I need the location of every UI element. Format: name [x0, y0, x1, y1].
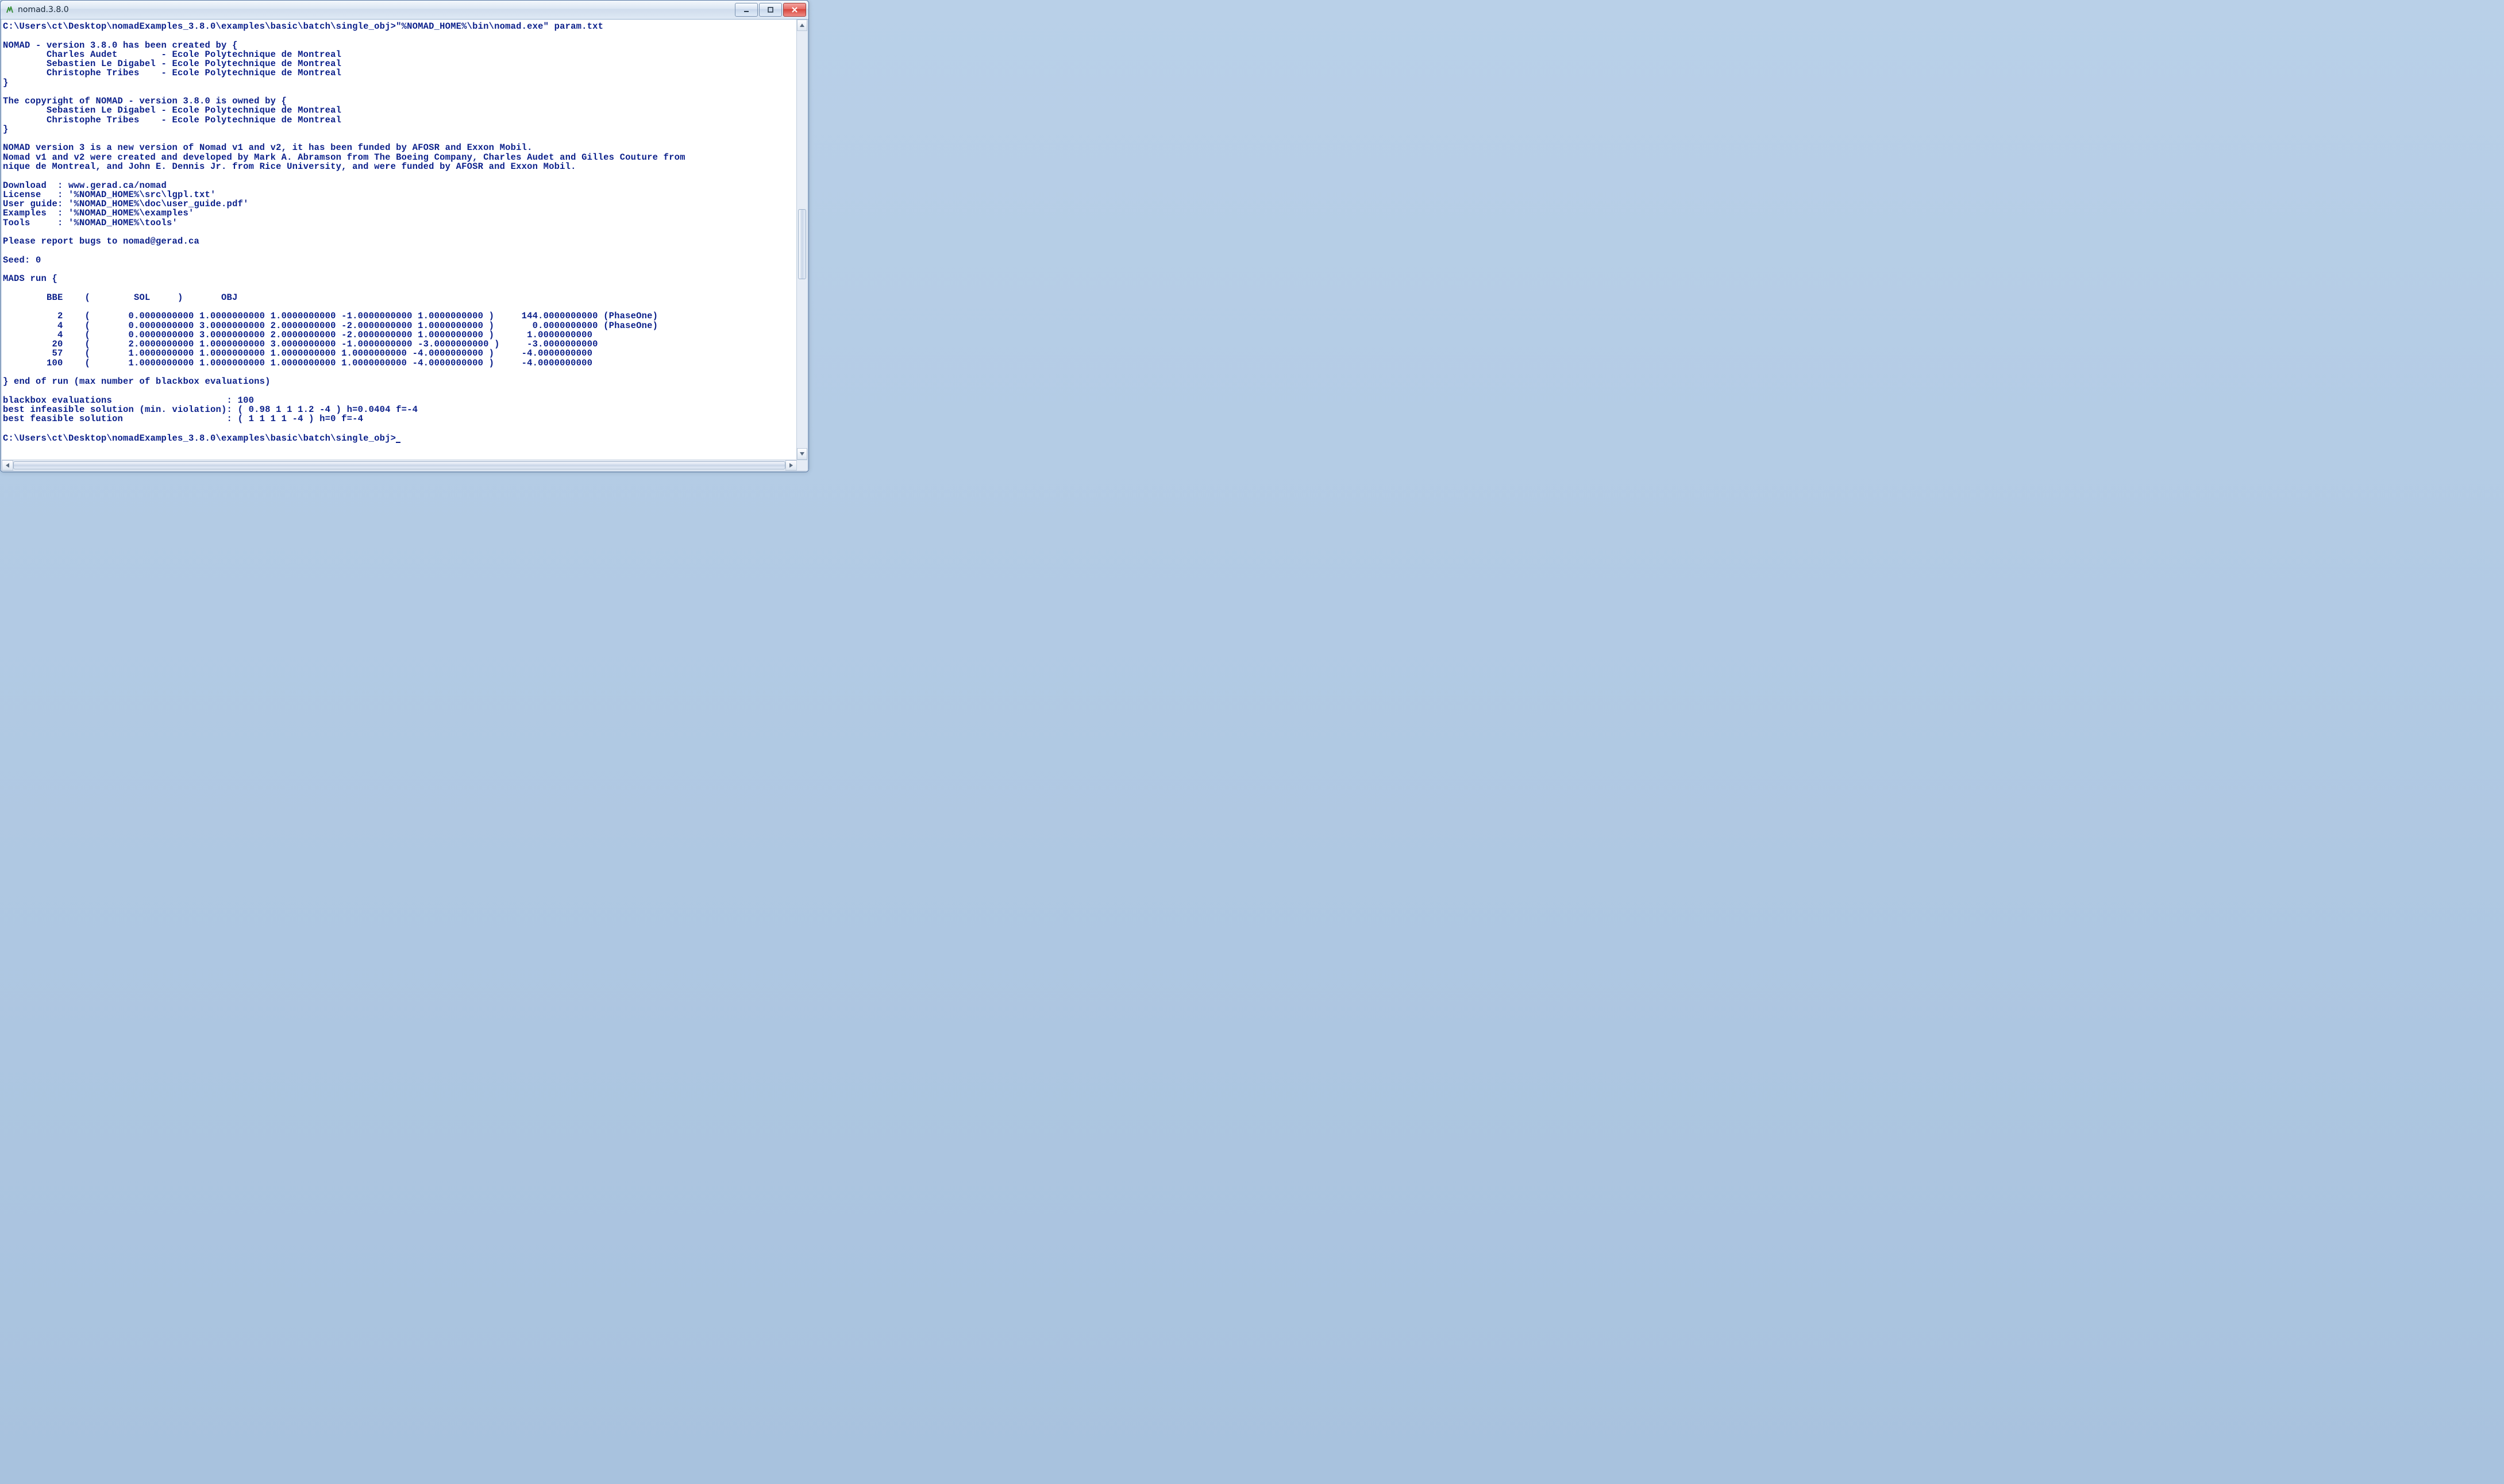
close-button[interactable]	[783, 3, 806, 17]
scrollbar-corner	[796, 460, 807, 471]
horizontal-scrollbar[interactable]	[2, 460, 807, 471]
scroll-right-icon[interactable]	[785, 460, 797, 471]
window-title: nomad.3.8.0	[18, 5, 735, 14]
title-bar[interactable]: nomad.3.8.0	[1, 1, 808, 20]
console-window: nomad.3.8.0 C:\Users\ct\Desktop\nomadExa…	[0, 0, 809, 472]
minimize-button[interactable]	[735, 3, 758, 17]
maximize-button[interactable]	[759, 3, 782, 17]
window-controls	[735, 3, 806, 17]
scroll-up-icon[interactable]	[797, 20, 807, 31]
scroll-down-icon[interactable]	[797, 448, 807, 460]
horizontal-scroll-thumb[interactable]	[13, 461, 785, 469]
vertical-scrollbar[interactable]	[796, 20, 807, 460]
vertical-scroll-thumb[interactable]	[798, 209, 806, 279]
scroll-left-icon[interactable]	[2, 460, 13, 471]
client-area: C:\Users\ct\Desktop\nomadExamples_3.8.0\…	[1, 20, 808, 472]
app-icon	[5, 5, 14, 14]
terminal-viewport[interactable]: C:\Users\ct\Desktop\nomadExamples_3.8.0\…	[2, 20, 796, 460]
terminal-output: C:\Users\ct\Desktop\nomadExamples_3.8.0\…	[2, 20, 796, 460]
